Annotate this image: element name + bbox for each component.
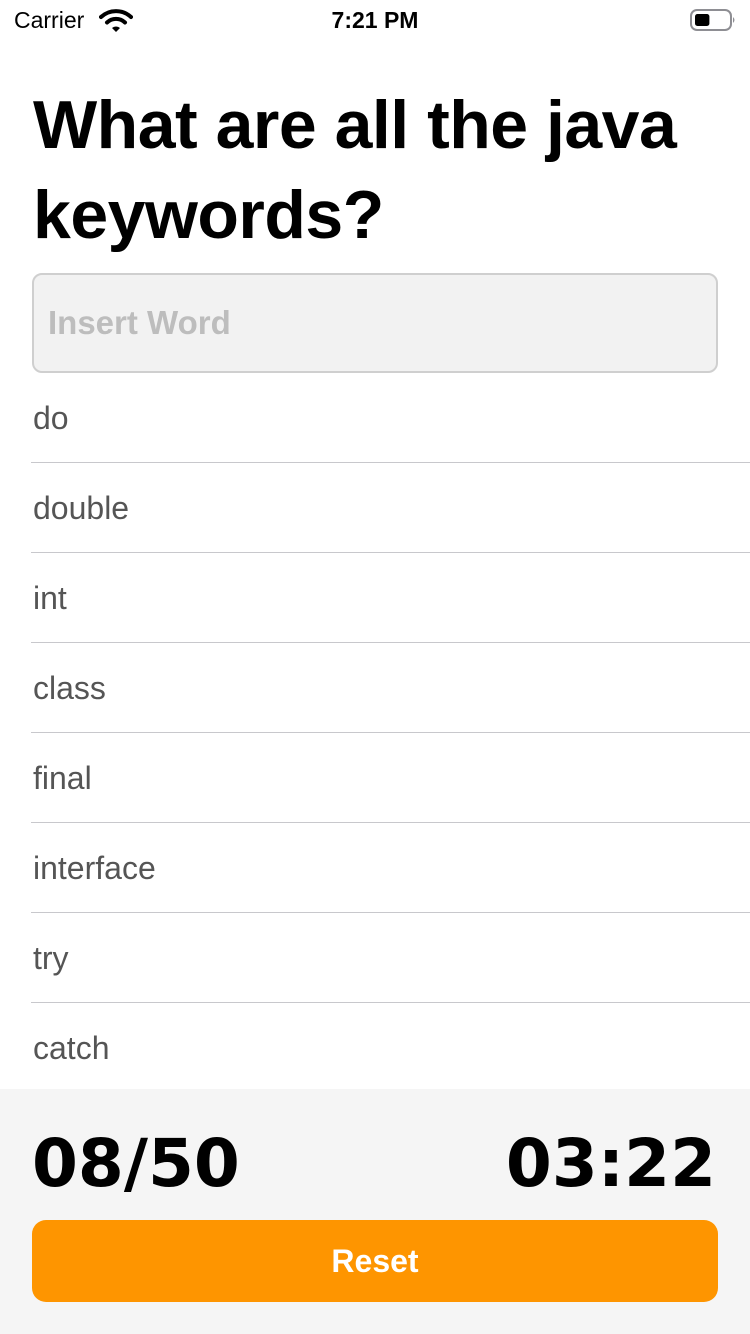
score-counter: 08/50 [32, 1125, 240, 1202]
page-title: What are all the java keywords? [33, 87, 677, 253]
list-item[interactable]: class [0, 643, 750, 733]
list-item[interactable]: catch [0, 1003, 750, 1093]
list-item-label: int [33, 580, 67, 616]
list-item[interactable]: final [0, 733, 750, 823]
battery-icon [690, 9, 735, 31]
list-item[interactable]: interface [0, 823, 750, 913]
list-item-label: final [33, 760, 92, 796]
list-item[interactable]: double [0, 463, 750, 553]
list-item[interactable]: try [0, 913, 750, 1003]
list-item[interactable]: do [0, 373, 750, 463]
word-input[interactable] [32, 273, 718, 373]
status-bar: Carrier 7:21 PM [0, 0, 750, 40]
list-item-label: catch [33, 1030, 110, 1066]
reset-button[interactable]: Reset [32, 1220, 718, 1302]
list-item-label: class [33, 670, 106, 706]
list-item[interactable]: int [0, 553, 750, 643]
list-item-label: do [33, 400, 69, 436]
word-list: do double int class final interface try catch [0, 373, 750, 1093]
countdown-timer: 03:22 [505, 1125, 716, 1202]
list-item-label: interface [33, 850, 156, 886]
status-time: 7:21 PM [331, 7, 419, 33]
list-item-label: try [33, 940, 69, 976]
list-item-label: double [33, 490, 130, 526]
